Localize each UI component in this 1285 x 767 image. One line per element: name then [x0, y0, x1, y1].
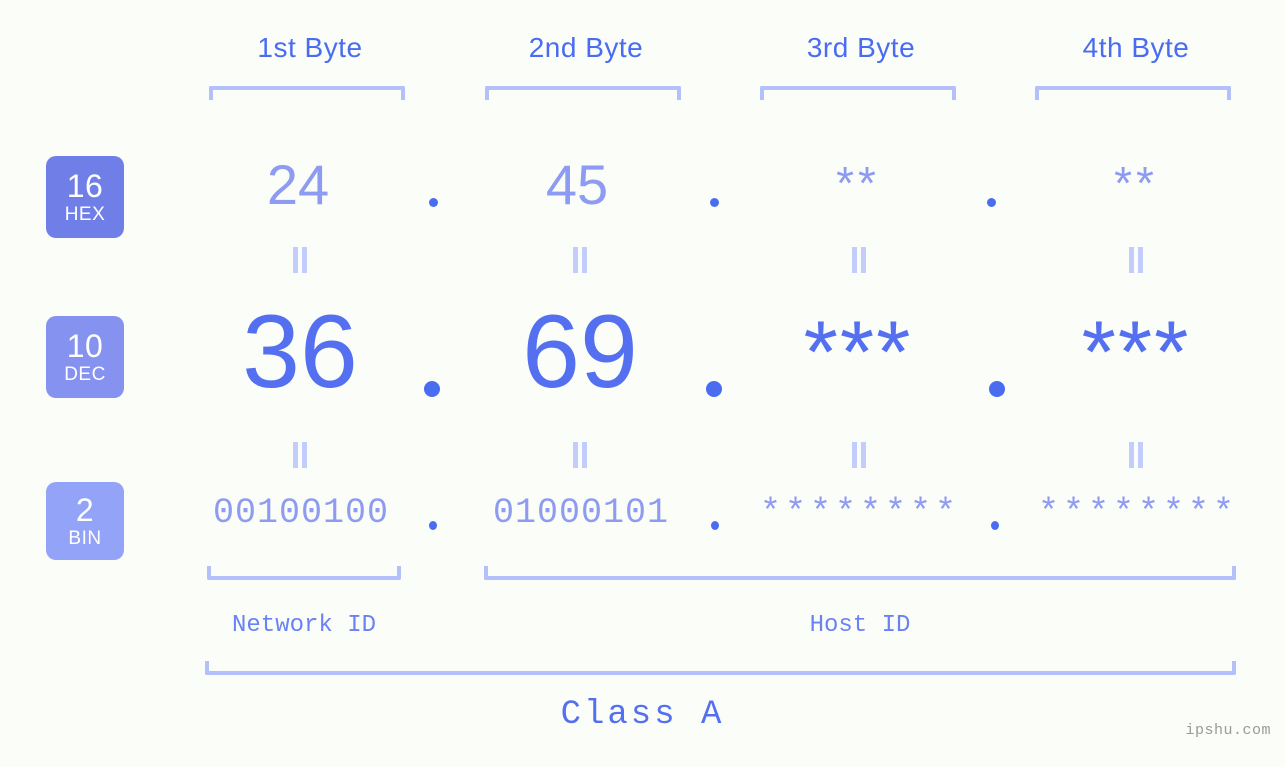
- byte-bracket-1: [209, 86, 405, 100]
- byte-header-label-4: 4th Byte: [1082, 32, 1190, 63]
- class-bracket: [205, 661, 1236, 675]
- byte-bracket-3: [760, 86, 956, 100]
- equals-mark-hex-dec-2: [571, 247, 589, 273]
- hex-separator-dot-1: [429, 198, 438, 207]
- equals-mark-dec-bin-1: [291, 442, 309, 468]
- dec-byte-value-3: ***: [803, 302, 913, 401]
- bin-byte-value-2: 01000101: [492, 493, 670, 533]
- equals-mark-dec-bin-3: [850, 442, 868, 468]
- base-badge-bin-name: BIN: [68, 528, 102, 549]
- hex-byte-value-3: **: [836, 157, 880, 209]
- dec-separator-dot-2: [706, 381, 722, 397]
- hex-separator-dot-2: [710, 198, 719, 207]
- base-badge-dec: 10 DEC: [46, 316, 124, 398]
- bin-separator-dot-2: [711, 521, 719, 530]
- bin-byte-value-4: ********: [1037, 493, 1239, 533]
- base-badge-bin-number: 2: [75, 492, 95, 528]
- hex-separator-dot-3: [987, 198, 996, 207]
- byte-bracket-4: [1035, 86, 1231, 100]
- host-id-label: Host ID: [809, 612, 911, 639]
- base-badge-dec-number: 10: [66, 328, 104, 364]
- bin-separator-dot-1: [429, 521, 437, 530]
- dec-byte-value-2: 69: [522, 294, 638, 410]
- base-badge-bin: 2 BIN: [46, 482, 124, 560]
- hex-byte-value-4: **: [1114, 157, 1158, 209]
- base-badge-hex-name: HEX: [64, 204, 106, 225]
- dec-separator-dot-1: [424, 381, 440, 397]
- byte-bracket-2: [485, 86, 681, 100]
- site-watermark: ipshu.com: [1185, 722, 1271, 739]
- base-badge-hex: 16 HEX: [46, 156, 124, 238]
- hex-byte-value-1: 24: [266, 153, 330, 216]
- byte-header-label-1: 1st Byte: [257, 32, 363, 63]
- network-id-bracket: [207, 566, 401, 580]
- dec-byte-value-1: 36: [242, 294, 358, 410]
- bin-byte-value-1: 00100100: [212, 493, 390, 533]
- equals-mark-hex-dec-4: [1127, 247, 1145, 273]
- dec-byte-value-4: ***: [1081, 302, 1191, 401]
- equals-mark-dec-bin-4: [1127, 442, 1145, 468]
- base-badge-hex-number: 16: [66, 168, 104, 204]
- byte-header-label-2: 2nd Byte: [528, 32, 644, 63]
- base-badge-dec-name: DEC: [64, 364, 106, 385]
- class-label: Class A: [560, 696, 725, 734]
- bin-byte-value-3: ********: [759, 493, 961, 533]
- host-id-bracket: [484, 566, 1236, 580]
- network-id-label: Network ID: [231, 612, 377, 639]
- ip-address-breakdown-diagram: 1st Byte 2nd Byte 3rd Byte 4th Byte 16 H…: [0, 0, 1285, 767]
- equals-mark-dec-bin-2: [571, 442, 589, 468]
- hex-byte-value-2: 45: [545, 153, 609, 216]
- dec-separator-dot-3: [989, 381, 1005, 397]
- equals-mark-hex-dec-1: [291, 247, 309, 273]
- byte-header-label-3: 3rd Byte: [806, 32, 916, 63]
- equals-mark-hex-dec-3: [850, 247, 868, 273]
- bin-separator-dot-3: [991, 521, 999, 530]
